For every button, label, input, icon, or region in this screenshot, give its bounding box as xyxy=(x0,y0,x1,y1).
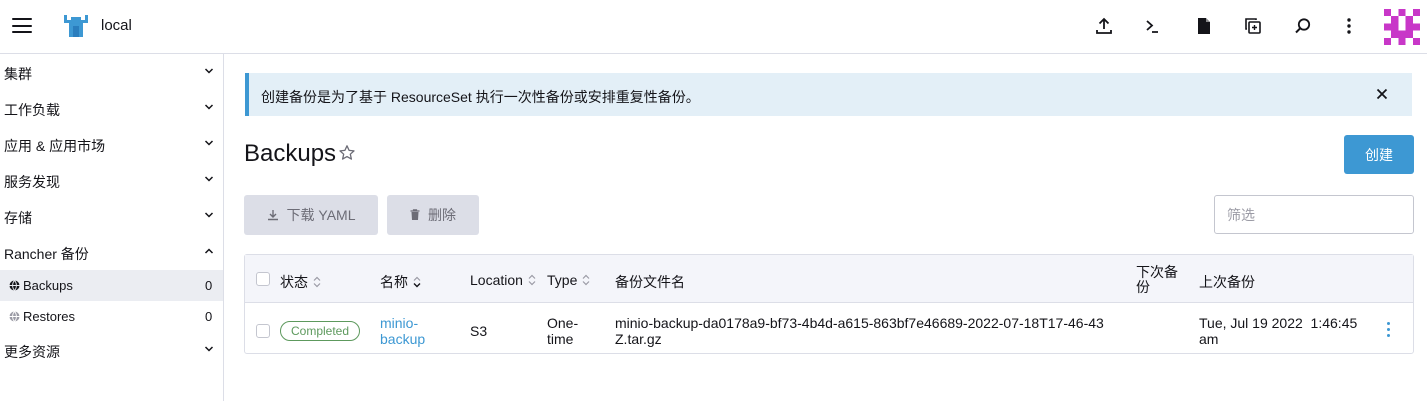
sidebar-item-backups[interactable]: Backups 0 xyxy=(0,270,223,301)
sidebar: 集群 工作负载 应用 & 应用市场 服务发现 存储 Rancher 备份 Bac… xyxy=(0,54,224,401)
close-icon[interactable] xyxy=(1374,86,1390,102)
nav-group-cluster[interactable]: 集群 xyxy=(0,54,223,90)
column-header-filename: 备份文件名 xyxy=(615,272,685,292)
cluster-name[interactable]: local xyxy=(101,17,132,34)
chevron-down-icon xyxy=(204,68,214,74)
delete-label: 删除 xyxy=(428,207,456,223)
nav-group-label: 应用 & 应用市场 xyxy=(4,138,106,154)
table-header: 状态 名称 Location Type 备份文件名 下次备份 上次备份 xyxy=(245,255,1413,303)
sidebar-item-label: Restores xyxy=(23,309,76,324)
rancher-logo[interactable] xyxy=(62,13,90,39)
sidebar-item-count: 0 xyxy=(205,278,213,293)
filename-cell: minio-backup-da0178a9-bf73-4b4d-a615-863… xyxy=(615,315,1104,347)
download-yaml-button[interactable]: 下载 YAML xyxy=(244,195,378,235)
nav-group-more-resources[interactable]: 更多资源 xyxy=(0,332,223,368)
chevron-down-icon xyxy=(204,212,214,218)
chevron-down-icon xyxy=(204,140,214,146)
filter-input[interactable] xyxy=(1214,195,1414,234)
chevron-down-icon xyxy=(204,176,214,182)
column-header-location[interactable]: Location xyxy=(470,272,536,288)
nav-group-apps[interactable]: 应用 & 应用市场 xyxy=(0,126,223,162)
column-label: Type xyxy=(547,272,578,288)
nav-group-label: 存储 xyxy=(4,210,32,226)
nav-group-label: 更多资源 xyxy=(4,344,60,360)
copy-config-icon[interactable] xyxy=(1243,16,1263,36)
chevron-down-icon xyxy=(204,104,214,110)
nav-group-service-discovery[interactable]: 服务发现 xyxy=(0,162,223,198)
column-label: 名称 xyxy=(380,274,408,290)
column-label: 状态 xyxy=(280,274,308,290)
nav-group-label: 服务发现 xyxy=(4,174,60,190)
globe-icon xyxy=(9,311,20,322)
column-header-next-backup: 下次备份 xyxy=(1136,265,1184,295)
chevron-down-icon xyxy=(204,346,214,352)
sidebar-item-label: Backups xyxy=(23,278,73,293)
nav-group-label: 集群 xyxy=(4,66,32,82)
sort-icon xyxy=(582,274,590,286)
info-banner: 创建备份是为了基于 ResourceSet 执行一次性备份或安排重复性备份。 xyxy=(245,73,1412,116)
delete-button[interactable]: 删除 xyxy=(387,195,479,235)
sort-icon xyxy=(528,274,536,286)
nav-group-label: 工作负载 xyxy=(4,102,60,118)
chevron-up-icon xyxy=(204,248,214,254)
star-icon[interactable] xyxy=(338,144,356,162)
file-icon[interactable] xyxy=(1194,16,1214,36)
column-header-status[interactable]: 状态 xyxy=(280,272,321,292)
status-badge: Completed xyxy=(280,321,361,341)
more-vertical-icon[interactable] xyxy=(1339,16,1359,36)
column-label: 上次备份 xyxy=(1199,274,1255,290)
type-cell: One-time xyxy=(547,315,579,347)
top-header: local xyxy=(0,0,1427,54)
download-yaml-label: 下载 YAML xyxy=(286,207,356,223)
nav-group-rancher-backup[interactable]: Rancher 备份 xyxy=(0,234,223,270)
sort-down-icon xyxy=(413,276,421,288)
download-icon xyxy=(267,210,278,221)
column-label: 备份文件名 xyxy=(615,274,685,290)
row-checkbox[interactable] xyxy=(256,324,270,338)
menu-icon[interactable] xyxy=(12,18,32,34)
sidebar-item-restores[interactable]: Restores 0 xyxy=(0,301,223,332)
page-title: Backups xyxy=(244,140,337,167)
sort-icon xyxy=(313,276,321,288)
column-header-last-backup: 上次备份 xyxy=(1199,272,1255,292)
nav-group-workloads[interactable]: 工作负载 xyxy=(0,90,223,126)
upload-icon[interactable] xyxy=(1094,16,1114,36)
avatar[interactable] xyxy=(1384,9,1420,45)
backup-name-link[interactable]: minio-backup xyxy=(380,315,440,347)
column-label: 下次备份 xyxy=(1136,264,1178,295)
globe-icon xyxy=(9,280,20,291)
column-header-name[interactable]: 名称 xyxy=(380,272,421,292)
nav-group-storage[interactable]: 存储 xyxy=(0,198,223,234)
terminal-icon[interactable] xyxy=(1142,16,1162,36)
backups-table: 状态 名称 Location Type 备份文件名 下次备份 上次备份 Comp… xyxy=(244,254,1414,354)
nav-group-label: Rancher 备份 xyxy=(4,246,89,262)
banner-text: 创建备份是为了基于 ResourceSet 执行一次性备份或安排重复性备份。 xyxy=(261,89,700,105)
row-actions-icon[interactable] xyxy=(1382,322,1394,340)
select-all-checkbox[interactable] xyxy=(256,272,270,286)
sidebar-item-count: 0 xyxy=(205,309,213,324)
last-backup-cell: Tue, Jul 19 2022 1:46:45 am xyxy=(1199,315,1362,347)
trash-icon xyxy=(410,209,420,220)
search-icon[interactable] xyxy=(1293,16,1313,36)
column-header-type[interactable]: Type xyxy=(547,272,590,288)
create-button[interactable]: 创建 xyxy=(1344,135,1414,174)
column-label: Location xyxy=(470,272,523,288)
location-cell: S3 xyxy=(470,323,488,339)
